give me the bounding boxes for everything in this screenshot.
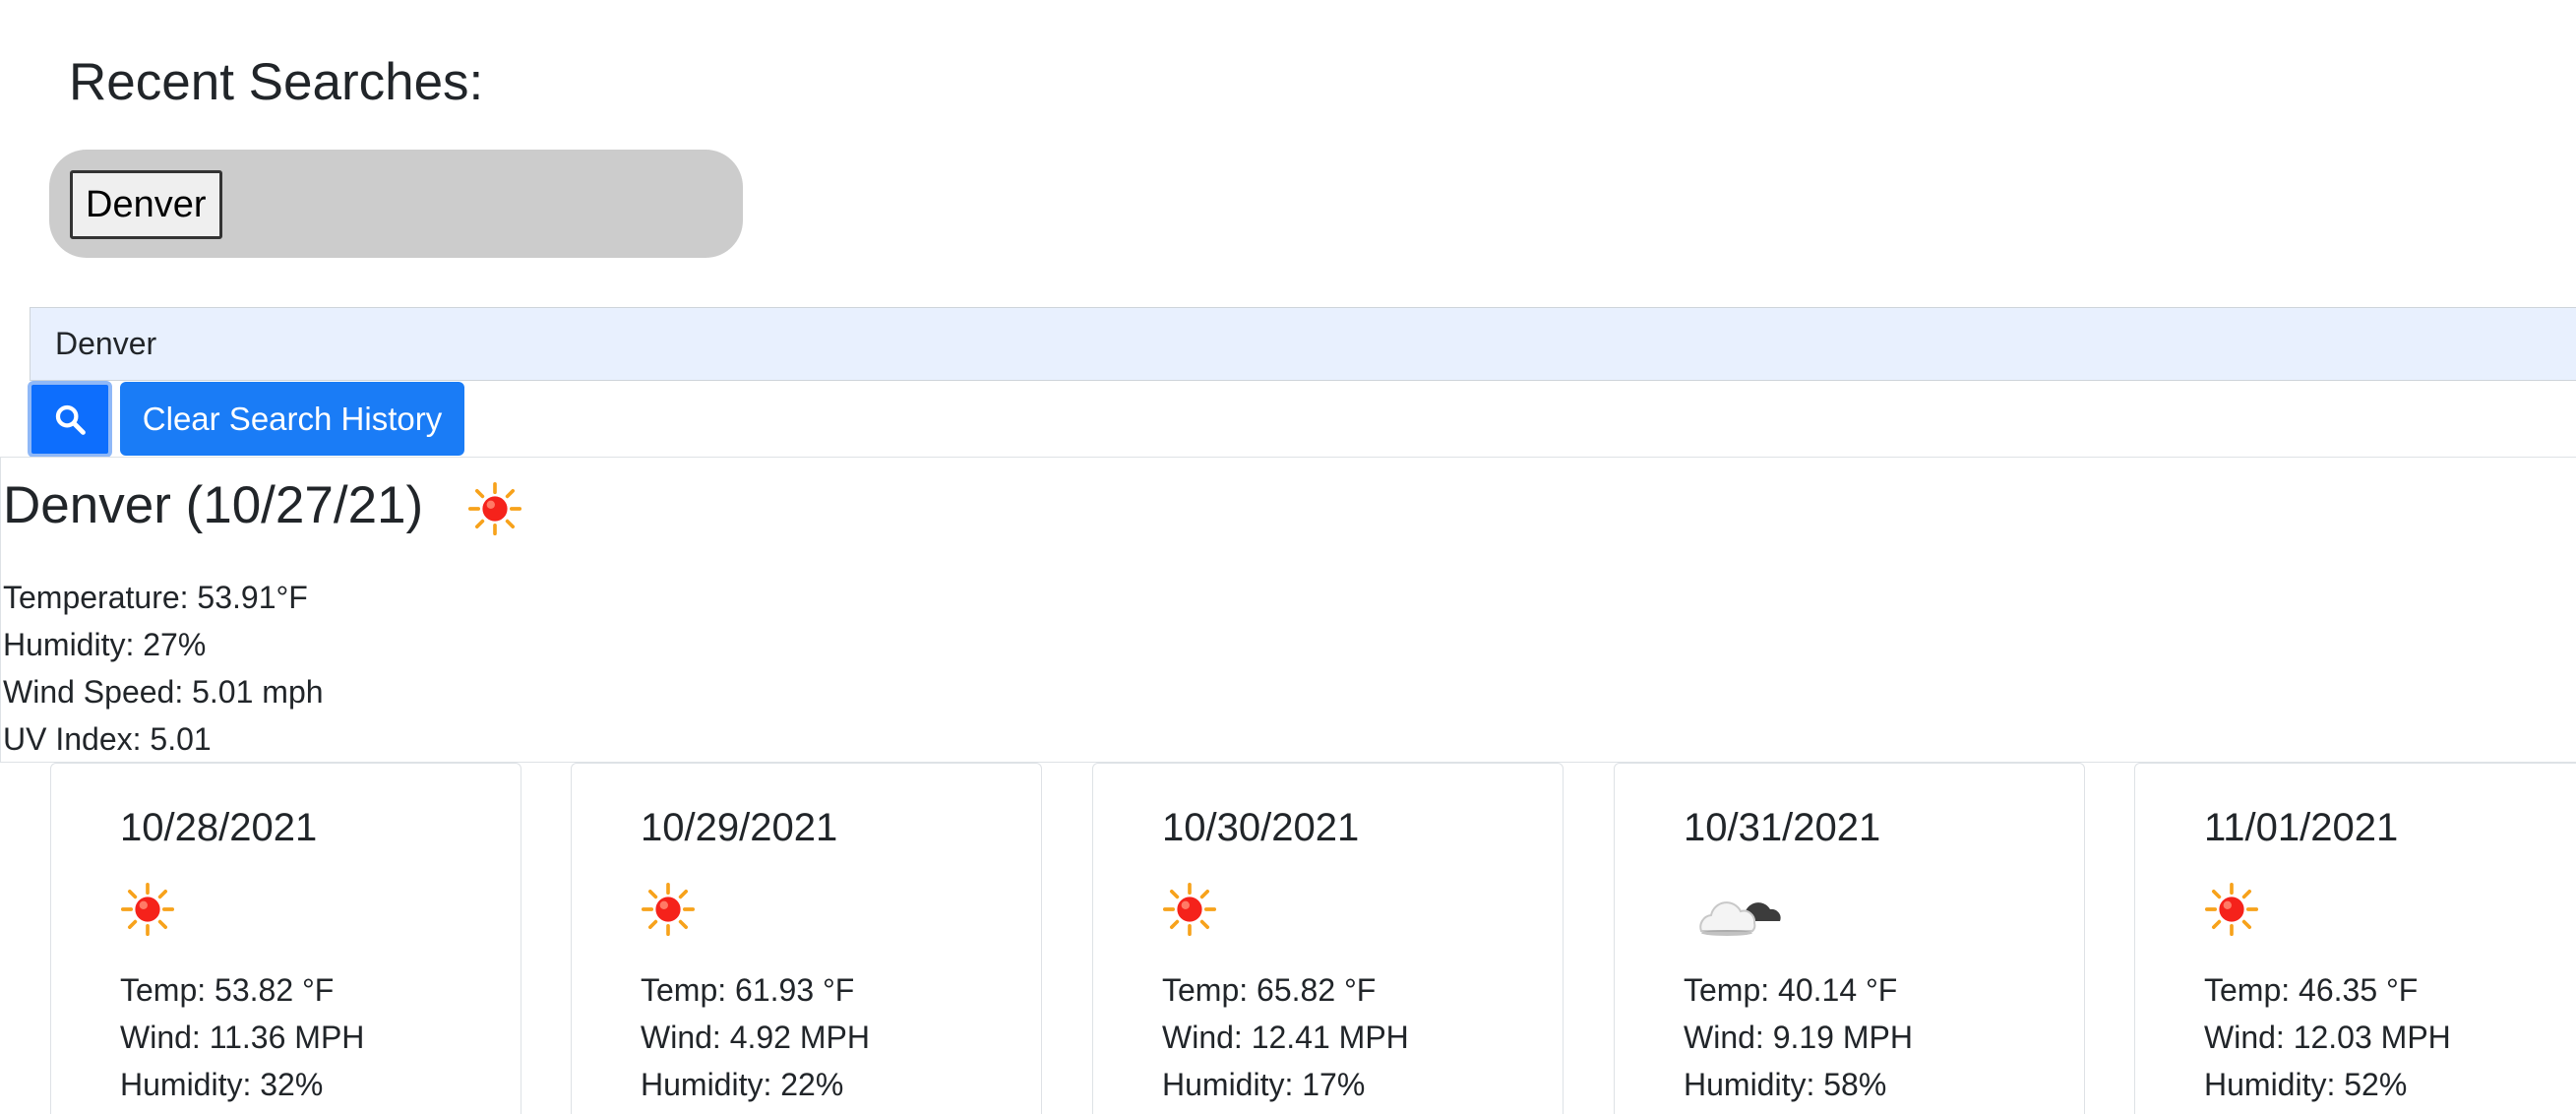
current-city-title: Denver (10/27/21) [3, 476, 424, 534]
forecast-temp: Temp: 65.82 °F [1162, 972, 1377, 1008]
current-uv-index: UV Index: 5.01 [3, 721, 212, 757]
forecast-wind: Wind: 11.36 MPH [120, 1020, 365, 1055]
forecast-temp: Temp: 46.35 °F [2204, 972, 2419, 1008]
forecast-wind: Wind: 4.92 MPH [641, 1020, 870, 1055]
forecast-humidity: Humidity: 22% [641, 1067, 844, 1102]
cloud-icon [1699, 901, 1781, 936]
forecast-card: 10/29/2021 Temp: 61.93 °F Wind: 4.92 MPH… [571, 763, 1042, 1114]
search-button[interactable] [28, 381, 112, 458]
forecast-humidity: Humidity: 32% [120, 1067, 324, 1102]
forecast-stats: Temp: 46.35 °F Wind: 12.03 MPH Humidity:… [2204, 966, 2451, 1108]
sun-icon [641, 882, 696, 937]
forecast-temp: Temp: 61.93 °F [641, 972, 855, 1008]
forecast-date: 10/31/2021 [1684, 806, 1881, 849]
forecast-card: 10/28/2021 Temp: 53.82 °F Wind: 11.36 MP… [50, 763, 521, 1114]
forecast-humidity: Humidity: 17% [1162, 1067, 1366, 1102]
current-humidity: Humidity: 27% [3, 627, 207, 662]
search-icon [55, 404, 86, 435]
forecast-wind: Wind: 12.03 MPH [2204, 1020, 2451, 1055]
forecast-date: 10/30/2021 [1162, 806, 1360, 849]
forecast-card: 10/30/2021 Temp: 65.82 °F Wind: 12.41 MP… [1092, 763, 1564, 1114]
forecast-card: 10/31/2021 Temp: 40.14 °F Wind: 9.19 MPH… [1614, 763, 2085, 1114]
forecast-date: 11/01/2021 [2204, 806, 2399, 849]
clear-search-history-button[interactable]: Clear Search History [120, 382, 464, 456]
current-temperature: Temperature: 53.91°F [3, 580, 308, 615]
forecast-humidity: Humidity: 52% [2204, 1067, 2408, 1102]
forecast-stats: Temp: 40.14 °F Wind: 9.19 MPH Humidity: … [1684, 966, 1913, 1108]
forecast-stats: Temp: 61.93 °F Wind: 4.92 MPH Humidity: … [641, 966, 870, 1108]
forecast-stats: Temp: 65.82 °F Wind: 12.41 MPH Humidity:… [1162, 966, 1409, 1108]
sun-icon [467, 481, 522, 536]
forecast-temp: Temp: 40.14 °F [1684, 972, 1898, 1008]
city-search-input[interactable] [30, 307, 2576, 381]
forecast-stats: Temp: 53.82 °F Wind: 11.36 MPH Humidity:… [120, 966, 364, 1108]
sun-icon [120, 882, 175, 937]
forecast-wind: Wind: 9.19 MPH [1684, 1020, 1913, 1055]
forecast-temp: Temp: 53.82 °F [120, 972, 335, 1008]
forecast-humidity: Humidity: 58% [1684, 1067, 1887, 1102]
weather-dashboard: Recent Searches: Denver Clear Search His… [0, 0, 2576, 1114]
forecast-wind: Wind: 12.41 MPH [1162, 1020, 1409, 1055]
recent-searches-heading: Recent Searches: [69, 53, 484, 111]
current-weather-panel: Denver (10/27/21) Temperature: 53.91°F H… [0, 457, 2576, 763]
forecast-card: 11/01/2021 Temp: 46.35 °F Wind: 12.03 MP… [2134, 763, 2576, 1114]
sun-icon [2204, 882, 2259, 937]
current-stats: Temperature: 53.91°F Humidity: 27% Wind … [3, 574, 324, 763]
forecast-date: 10/29/2021 [641, 806, 838, 849]
recent-searches-list: Denver [49, 150, 743, 258]
forecast-date: 10/28/2021 [120, 806, 318, 849]
current-wind-speed: Wind Speed: 5.01 mph [3, 674, 324, 710]
recent-search-denver-button[interactable]: Denver [70, 170, 222, 239]
sun-icon [1162, 882, 1217, 937]
